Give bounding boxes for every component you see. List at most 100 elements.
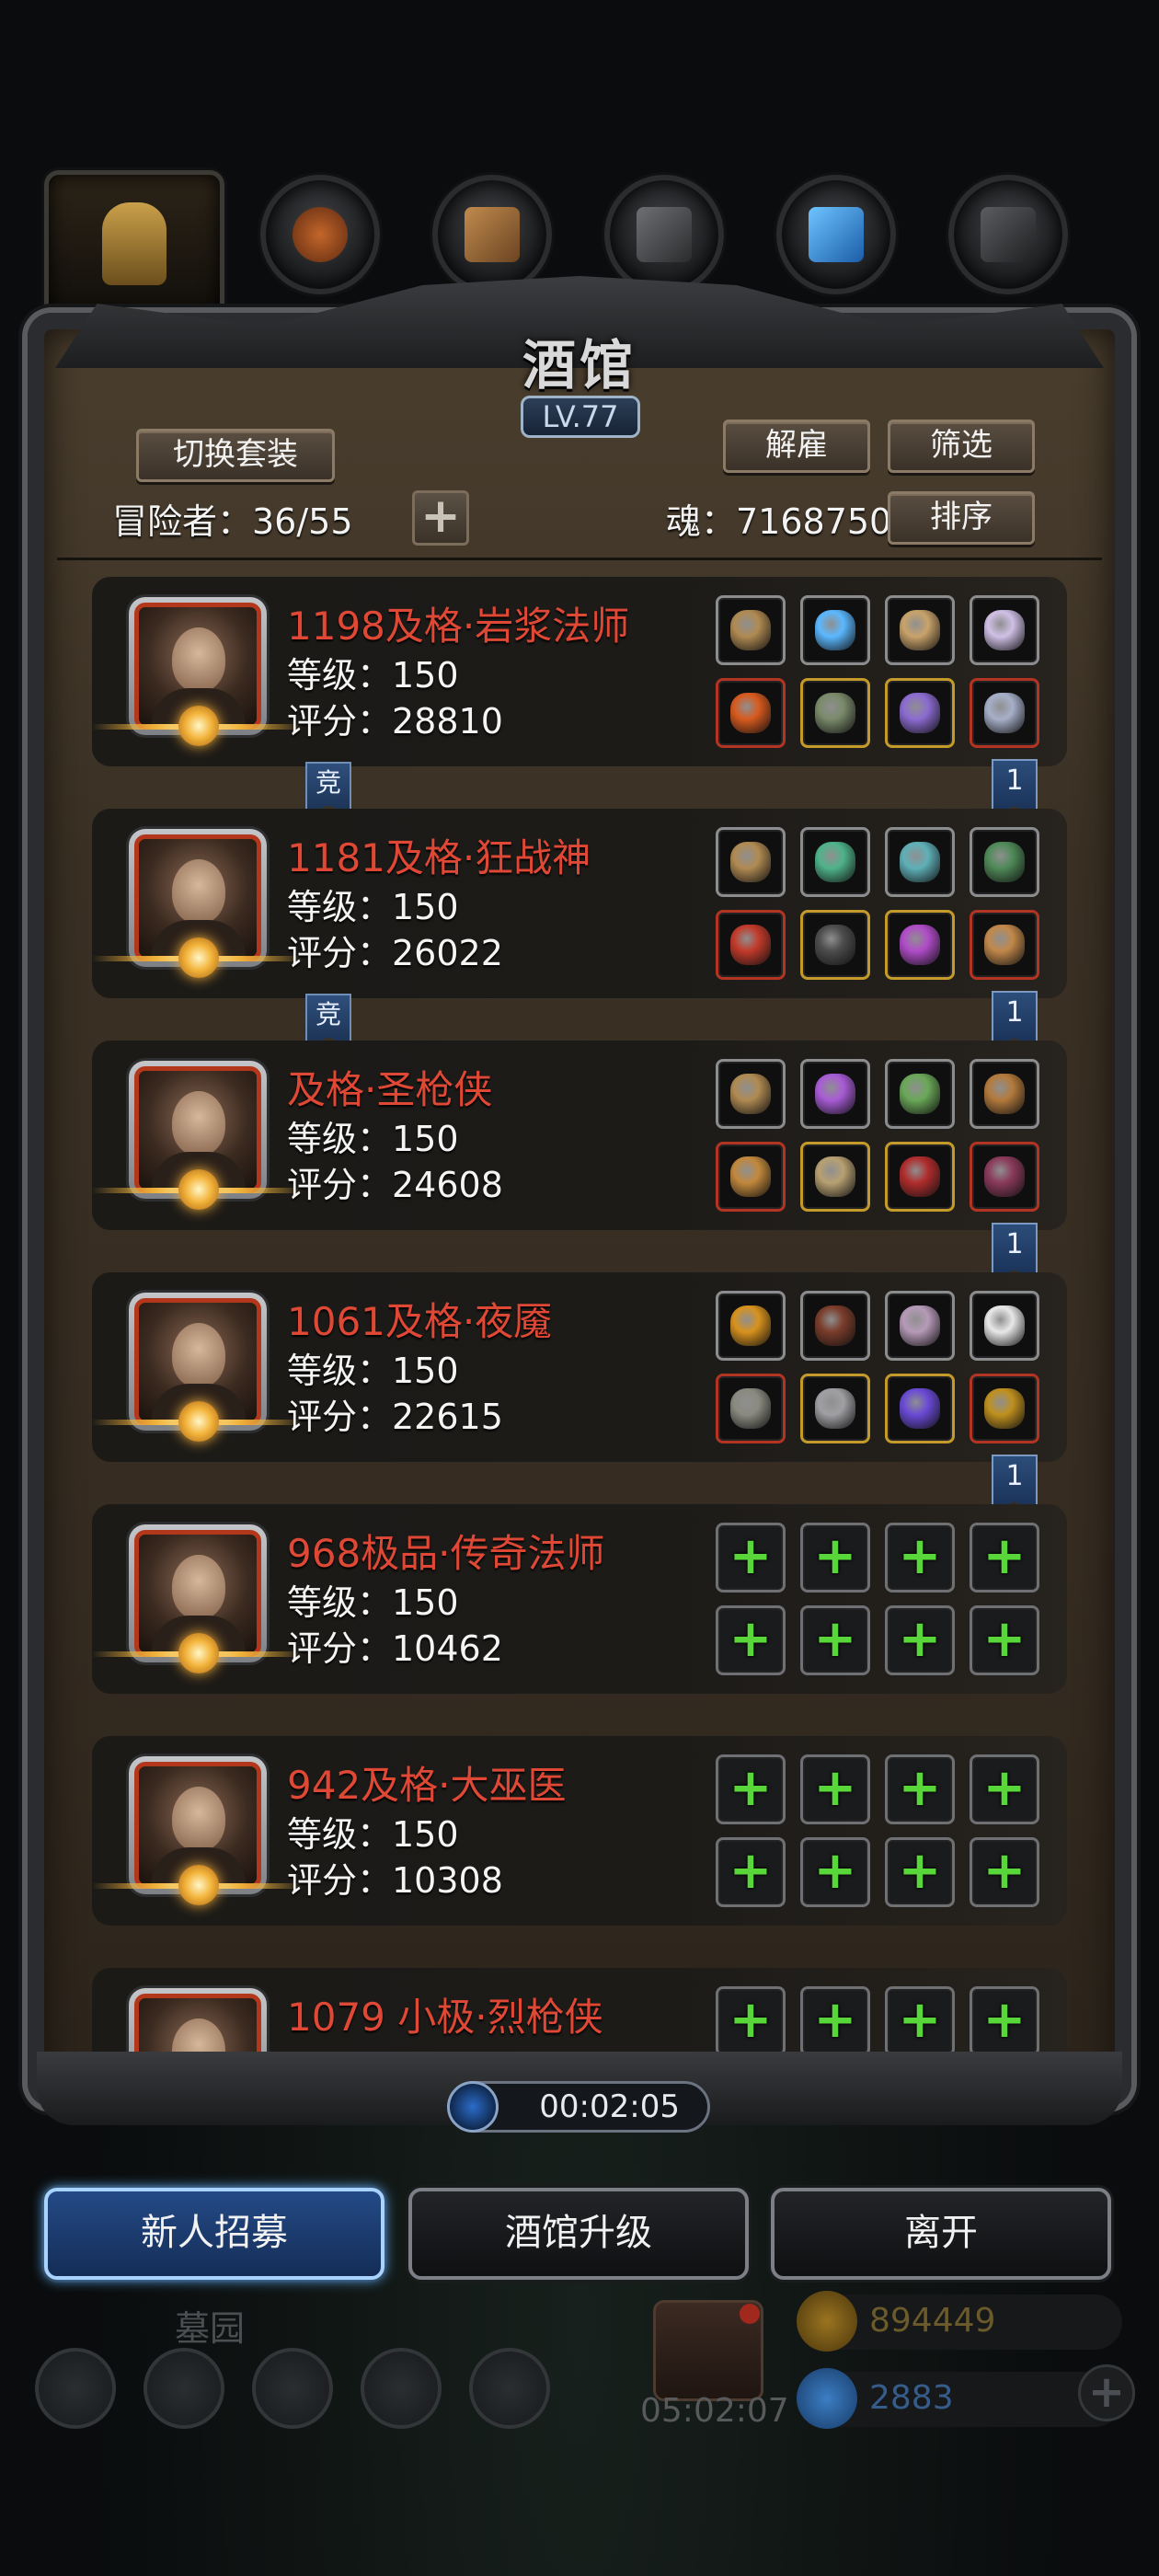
- equipment-slot[interactable]: [970, 1291, 1039, 1361]
- hero-card[interactable]: 968极品·传奇法师 等级：150 评分：10462 + + + + + + + +: [92, 1502, 1085, 1696]
- hero-portrait[interactable]: [129, 1988, 267, 2052]
- equipment-slot[interactable]: [800, 595, 870, 665]
- equipment-slot[interactable]: [800, 1142, 870, 1212]
- equipment-slot[interactable]: [970, 1374, 1039, 1443]
- equipment-slot[interactable]: [800, 827, 870, 897]
- empty-equipment-slot[interactable]: +: [716, 1837, 786, 1907]
- empty-equipment-slot[interactable]: +: [716, 1605, 786, 1675]
- add-equipment-icon: +: [898, 1526, 942, 1586]
- equipment-slot[interactable]: [885, 1374, 955, 1443]
- recruit-button[interactable]: 新人招募: [44, 2188, 384, 2280]
- empty-equipment-slot[interactable]: +: [800, 1605, 870, 1675]
- equipment-item-icon: [815, 1388, 855, 1429]
- hero-card[interactable]: 及格·圣枪侠 等级：150 评分：24608 1: [92, 1039, 1085, 1282]
- expand-capacity-button[interactable]: +: [412, 490, 469, 546]
- hero-level: 等级：150: [287, 1814, 459, 1855]
- hero-card[interactable]: 1198及格·岩浆法师 等级：150 评分：28810 竞 1: [92, 575, 1085, 818]
- empty-equipment-slot[interactable]: +: [800, 1754, 870, 1824]
- equipment-slot[interactable]: [800, 1059, 870, 1129]
- empty-equipment-slot[interactable]: +: [885, 1754, 955, 1824]
- food-tab-icon[interactable]: [260, 175, 380, 294]
- equipment-item-icon: [730, 1156, 771, 1197]
- switch-outfit-button[interactable]: 切换套装: [136, 429, 335, 482]
- emblem-disc: [178, 1169, 219, 1210]
- tavern-level-badge: LV.77: [521, 396, 640, 438]
- equipment-slot[interactable]: [885, 1059, 955, 1129]
- equipment-slot[interactable]: [716, 910, 786, 980]
- empty-equipment-slot[interactable]: +: [970, 1605, 1039, 1675]
- star-icon[interactable]: [143, 2348, 224, 2429]
- rank-emblem-icon: [92, 1169, 304, 1210]
- equipment-slot[interactable]: [970, 678, 1039, 748]
- add-equipment-icon: +: [813, 1609, 857, 1669]
- hero-head: [172, 1091, 225, 1156]
- iron-tab-icon[interactable]: [948, 175, 1068, 294]
- equipment-slot[interactable]: [885, 827, 955, 897]
- equipment-item-icon: [900, 1156, 940, 1197]
- equipment-slot[interactable]: [970, 910, 1039, 980]
- gift-timer: 05:02:07: [640, 2392, 789, 2430]
- hero-list[interactable]: 1198及格·岩浆法师 等级：150 评分：28810 竞 1 1181及格·狂战神 等级：…: [92, 575, 1085, 2052]
- hero-card[interactable]: 942及格·大巫医 等级：150 评分：10308 + + + + + + + +: [92, 1734, 1085, 1927]
- empty-equipment-slot[interactable]: +: [716, 1986, 786, 2052]
- empty-equipment-slot[interactable]: +: [970, 1837, 1039, 1907]
- equipment-slot[interactable]: [800, 1291, 870, 1361]
- hero-tab-icon[interactable]: [44, 170, 224, 317]
- equipment-slot[interactable]: [716, 1142, 786, 1212]
- equipment-item-icon: [815, 610, 855, 650]
- empty-equipment-slot[interactable]: +: [885, 1986, 955, 2052]
- dismiss-button[interactable]: 解雇: [723, 420, 870, 473]
- hero-portrait-art: [134, 1994, 261, 2052]
- wood-tab-icon[interactable]: [432, 175, 552, 294]
- dice-icon[interactable]: [469, 2348, 550, 2429]
- mail-icon[interactable]: [361, 2348, 442, 2429]
- equipment-item-icon: [900, 693, 940, 733]
- empty-equipment-slot[interactable]: +: [800, 1523, 870, 1593]
- equipment-slot[interactable]: [885, 1291, 955, 1361]
- leave-button[interactable]: 离开: [771, 2188, 1111, 2280]
- empty-equipment-slot[interactable]: +: [970, 1754, 1039, 1824]
- equipment-slot[interactable]: [716, 1291, 786, 1361]
- equipment-slot[interactable]: [800, 1374, 870, 1443]
- book-icon[interactable]: [252, 2348, 333, 2429]
- equipment-slot[interactable]: [885, 910, 955, 980]
- equipment-slot[interactable]: [716, 827, 786, 897]
- hero-card[interactable]: 1061及格·夜魇 等级：150 评分：22615 1: [92, 1271, 1085, 1513]
- equipment-slot[interactable]: [800, 910, 870, 980]
- empty-equipment-slot[interactable]: +: [800, 1837, 870, 1907]
- equipment-slot[interactable]: [716, 1059, 786, 1129]
- equipment-slot[interactable]: [885, 678, 955, 748]
- hero-card[interactable]: 1079 小极·烈枪侠 + + + +: [92, 1966, 1085, 2052]
- empty-equipment-slot[interactable]: +: [800, 1986, 870, 2052]
- equipment-slot[interactable]: [970, 1142, 1039, 1212]
- upgrade-tavern-button[interactable]: 酒馆升级: [408, 2188, 749, 2280]
- equipment-item-icon: [730, 1305, 771, 1346]
- equipment-slot[interactable]: [970, 595, 1039, 665]
- stone-tab-icon[interactable]: [604, 175, 724, 294]
- add-equipment-icon: +: [729, 1990, 773, 2050]
- equipment-slot[interactable]: [970, 827, 1039, 897]
- equipment-slot[interactable]: [716, 1374, 786, 1443]
- equipment-slot[interactable]: [885, 1142, 955, 1212]
- empty-equipment-slot[interactable]: +: [885, 1523, 955, 1593]
- empty-equipment-slot[interactable]: +: [716, 1523, 786, 1593]
- equipment-slot[interactable]: [800, 678, 870, 748]
- filter-button[interactable]: 筛选: [888, 420, 1035, 473]
- empty-equipment-slot[interactable]: +: [885, 1837, 955, 1907]
- add-gems-button[interactable]: +: [1078, 2364, 1135, 2421]
- settings-icon[interactable]: [35, 2348, 116, 2429]
- empty-equipment-slot[interactable]: +: [970, 1523, 1039, 1593]
- equipment-slot[interactable]: [970, 1059, 1039, 1129]
- equipment-slot[interactable]: [885, 595, 955, 665]
- equipment-slot[interactable]: [716, 678, 786, 748]
- equipment-item-icon: [984, 693, 1025, 733]
- empty-equipment-slot[interactable]: +: [970, 1986, 1039, 2052]
- empty-equipment-slot[interactable]: +: [716, 1754, 786, 1824]
- crystal-tab-icon[interactable]: [776, 175, 896, 294]
- sort-button[interactable]: 排序: [888, 491, 1035, 545]
- hero-card[interactable]: 1181及格·狂战神 等级：150 评分：26022 竞 1: [92, 807, 1085, 1050]
- equipment-item-icon: [984, 925, 1025, 965]
- hero-head: [172, 2018, 225, 2052]
- empty-equipment-slot[interactable]: +: [885, 1605, 955, 1675]
- equipment-slot[interactable]: [716, 595, 786, 665]
